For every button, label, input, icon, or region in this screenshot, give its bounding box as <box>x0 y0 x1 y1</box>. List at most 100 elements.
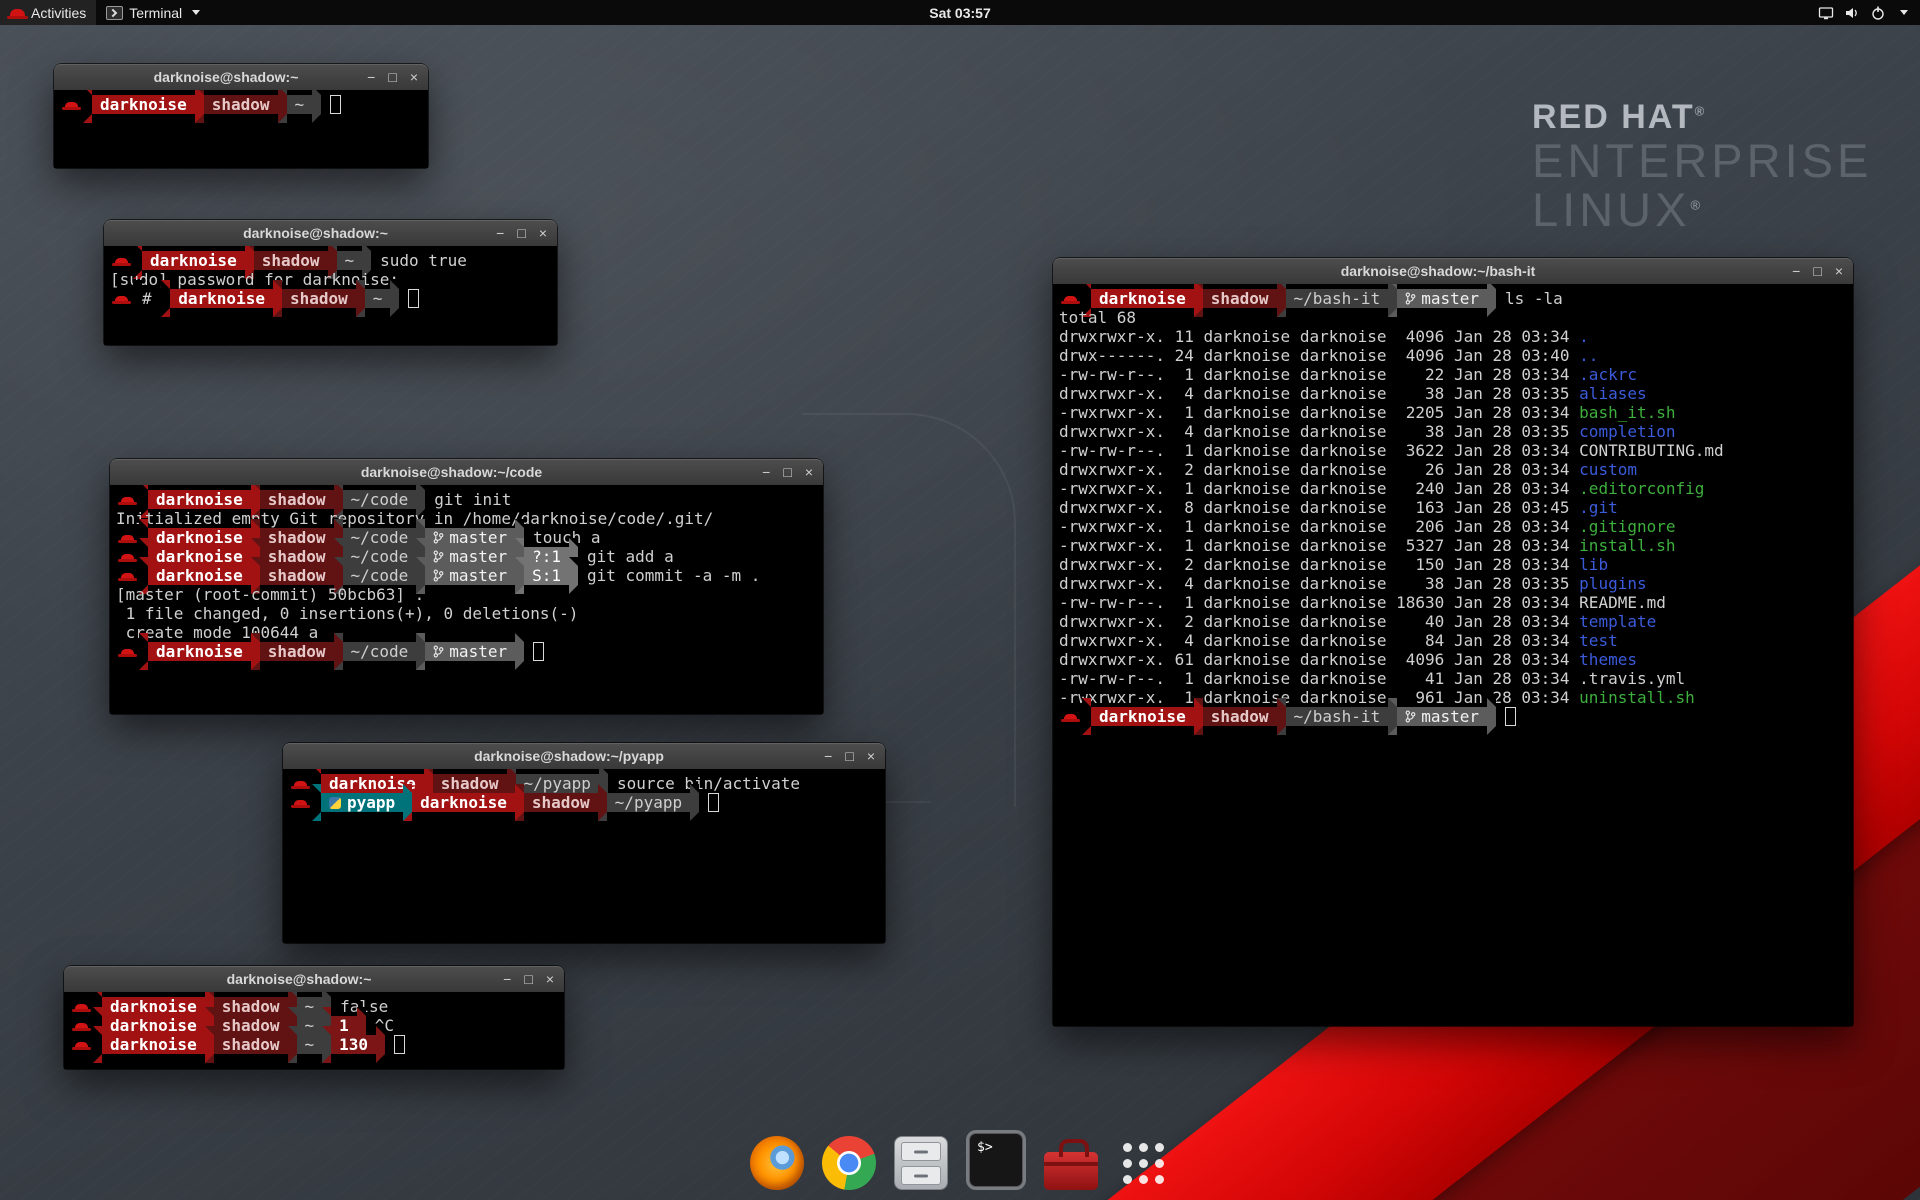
redhat-icon <box>65 102 78 108</box>
dock-toolbox-icon[interactable] <box>1044 1136 1098 1190</box>
powerline-separator-icon <box>288 1026 297 1063</box>
dock-chrome-icon[interactable] <box>822 1136 876 1190</box>
system-status-menu[interactable] <box>1806 0 1920 25</box>
segment-text: darknoise <box>110 997 197 1016</box>
maximize-button[interactable]: □ <box>845 749 853 763</box>
terminal-line: darknoiseshadow~sudo true <box>110 251 551 270</box>
minimize-button[interactable]: − <box>503 972 511 986</box>
display-icon <box>1818 5 1834 21</box>
segment-text: ~ <box>295 95 305 114</box>
close-button[interactable]: × <box>539 226 547 240</box>
clock[interactable]: Sat 03:57 <box>0 5 1920 21</box>
close-button[interactable]: × <box>805 465 813 479</box>
app-menu-terminal[interactable]: Terminal <box>96 0 210 25</box>
terminal-content[interactable]: darknoiseshadow~/bash-itmasterls -latota… <box>1053 284 1853 1026</box>
terminal-content[interactable]: darknoiseshadow~/pyappsource bin/activat… <box>283 769 885 943</box>
close-button[interactable]: × <box>1835 264 1843 278</box>
git-branch-icon <box>433 569 444 582</box>
terminal-cursor <box>408 289 419 308</box>
redhat-icon <box>1064 714 1077 720</box>
minimize-button[interactable]: − <box>367 70 375 84</box>
output-text: drwxrwxr-x. 4 darknoise darknoise 38 Jan… <box>1059 384 1579 403</box>
terminal-line: drwxrwxr-x. 4 darknoise darknoise 38 Jan… <box>1059 384 1847 403</box>
maximize-button[interactable]: □ <box>517 226 525 240</box>
segment-text: S:1 <box>532 566 561 585</box>
terminal-cursor <box>1505 707 1516 726</box>
minimize-button[interactable]: − <box>496 226 504 240</box>
dock-files-icon[interactable] <box>894 1136 948 1190</box>
powerline-separator-icon <box>1487 698 1496 735</box>
segment-text: shadow <box>268 490 326 509</box>
terminal-content[interactable]: darknoiseshadow~sudo true[sudo] password… <box>104 246 557 345</box>
prompt-segment-venv: pyapp <box>321 793 403 812</box>
powerline-separator-icon <box>515 784 524 821</box>
terminal-line: drwxrwxr-x. 2 darknoise darknoise 40 Jan… <box>1059 612 1847 631</box>
segment-text: darknoise <box>156 642 243 661</box>
redhat-icon <box>121 554 134 560</box>
powerline-separator-icon <box>1277 698 1286 735</box>
prompt-start <box>70 1035 93 1054</box>
terminal-content[interactable]: darknoiseshadow~ <box>54 90 428 168</box>
maximize-button[interactable]: □ <box>783 465 791 479</box>
maximize-button[interactable]: □ <box>524 972 532 986</box>
segment-text: darknoise <box>110 1035 197 1054</box>
segment-text: shadow <box>222 997 280 1016</box>
prompt-segment-path: ~ <box>297 1035 323 1054</box>
window-titlebar[interactable]: darknoise@shadow:~−□× <box>104 220 557 247</box>
terminal-window: darknoise@shadow:~/code−□×darknoiseshado… <box>110 459 823 714</box>
terminal-content[interactable]: darknoiseshadow~/codegit initInitialized… <box>110 485 823 714</box>
window-titlebar[interactable]: darknoise@shadow:~/code−□× <box>110 459 823 486</box>
prompt-segment-user: darknoise <box>142 251 245 270</box>
dock-terminal-icon[interactable]: $> <box>969 1133 1023 1187</box>
minimize-button[interactable]: − <box>1792 264 1800 278</box>
window-titlebar[interactable]: darknoise@shadow:~/pyapp−□× <box>283 743 885 770</box>
maximize-button[interactable]: □ <box>388 70 396 84</box>
window-titlebar[interactable]: darknoise@shadow:~−□× <box>64 966 564 993</box>
prompt-segment-git: master <box>1397 289 1487 308</box>
output-text: -rwxrwxr-x. 1 darknoise darknoise 240 Ja… <box>1059 479 1579 498</box>
window-controls: −□ × <box>367 64 418 90</box>
powerline-separator-icon <box>1194 284 1203 317</box>
prompt-segment-git: master <box>425 547 515 566</box>
activities-label: Activities <box>31 5 86 21</box>
window-titlebar[interactable]: darknoise@shadow:~−□× <box>54 64 428 91</box>
file-name: . <box>1579 327 1589 346</box>
window-controls: −□ × <box>824 743 875 769</box>
terminal-content[interactable]: darknoiseshadow~falsedarknoiseshadow~1^C… <box>64 992 564 1069</box>
prompt-segment-host: shadow <box>260 528 334 547</box>
output-text: 1 file changed, 0 insertions(+), 0 delet… <box>116 604 578 623</box>
segment-text: ?:1 <box>532 547 561 566</box>
minimize-button[interactable]: − <box>824 749 832 763</box>
prompt-segment-host: shadow <box>260 566 334 585</box>
segment-text: 1 <box>339 1016 349 1035</box>
powerline-separator-icon <box>1194 698 1203 735</box>
app-grid <box>1123 1143 1164 1184</box>
dock-firefox-icon[interactable] <box>750 1136 804 1190</box>
close-button[interactable]: × <box>410 70 418 84</box>
terminal-window: darknoise@shadow:~−□×darknoiseshadow~sud… <box>104 220 557 345</box>
close-button[interactable]: × <box>867 749 875 763</box>
prompt-start <box>60 95 83 114</box>
output-text: drwxrwxr-x. 8 darknoise darknoise 163 Ja… <box>1059 498 1579 517</box>
activities-button[interactable]: Activities <box>0 0 96 25</box>
powerline-separator-icon <box>376 1026 385 1063</box>
close-button[interactable]: × <box>546 972 554 986</box>
prompt-segment-host: shadow <box>433 774 507 793</box>
maximize-button[interactable]: □ <box>1813 264 1821 278</box>
prompt-segment-host: shadow <box>1203 289 1277 308</box>
segment-text: shadow <box>268 547 326 566</box>
segment-text: shadow <box>222 1016 280 1035</box>
segment-text: shadow <box>1211 289 1269 308</box>
output-text: Initialized empty Git repository in /hom… <box>116 509 713 528</box>
segment-text: master <box>449 528 507 547</box>
segment-text: ~ <box>373 289 383 308</box>
window-titlebar[interactable]: darknoise@shadow:~/bash-it−□× <box>1053 258 1853 285</box>
powerline-separator-icon <box>161 280 170 317</box>
minimize-button[interactable]: − <box>762 465 770 479</box>
terminal-line: -rwxrwxr-x. 1 darknoise darknoise 5327 J… <box>1059 536 1847 555</box>
file-name: completion <box>1579 422 1675 441</box>
prompt-segment-host: shadow <box>214 1016 288 1035</box>
file-name: aliases <box>1579 384 1646 403</box>
command-text: git commit -a -m . <box>578 566 760 585</box>
dock-show-applications-icon[interactable] <box>1116 1136 1170 1190</box>
